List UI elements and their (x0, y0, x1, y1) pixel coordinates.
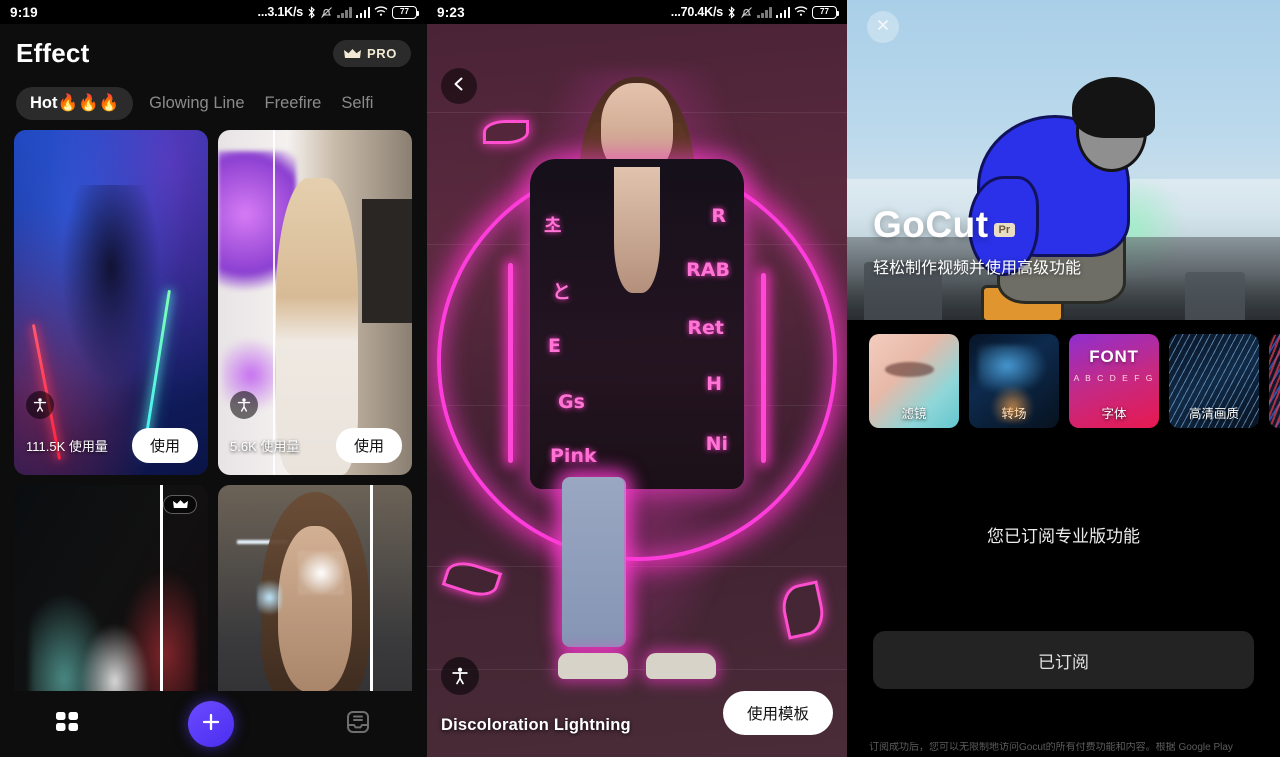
plus-icon (200, 711, 222, 738)
battery-icon: 77 (392, 5, 419, 19)
nav-templates-button[interactable] (54, 709, 80, 740)
feature-thumbnail-row[interactable]: 滤镜 转场 FONT A B C D E F G 字体 高清画质 访问所 (847, 320, 1280, 442)
feature-thumb-transition[interactable]: 转场 (969, 334, 1059, 428)
category-tabs: Hot🔥🔥🔥 Glowing Line Freefire Selfi (0, 75, 427, 130)
neon-leaf-bottom-left-icon (441, 556, 503, 602)
bottom-navigation (0, 691, 427, 757)
effect-preview-video[interactable]: 초 と E Gs Pink R RAB Ret H Ni Discolorati… (427, 24, 847, 757)
panel-effect-list: 9:19 ...3.1K/s 77 Effect PRO Hot🔥🔥🔥 Glow… (0, 0, 427, 757)
wifi-icon (794, 5, 808, 20)
effect-card[interactable]: 111.5K 使用量 使用 (14, 130, 208, 475)
status-time: 9:19 (10, 4, 38, 20)
use-button[interactable]: 使用 (131, 428, 198, 463)
panel-subscription: GoCut Pr 轻松制作视频并使用高级功能 滤镜 转场 FONT A B C … (847, 0, 1280, 757)
subscription-footer-text: 订阅成功后，您可以无限制地访问Gocut的所有付费功能和内容。根据 Google… (869, 741, 1233, 753)
pro-button[interactable]: PRO (333, 40, 411, 67)
accessibility-icon (441, 657, 479, 695)
pro-crown-badge (163, 495, 197, 514)
feature-thumb-font[interactable]: FONT A B C D E F G 字体 (1069, 334, 1159, 428)
battery-icon: 77 (812, 5, 839, 19)
feature-label: 字体 (1101, 407, 1127, 421)
pro-button-label: PRO (367, 46, 397, 61)
tab-glowing-line[interactable]: Glowing Line (145, 87, 248, 120)
status-network-speed: ...3.1K/s (257, 5, 304, 19)
neon-leaf-bottom-right-icon (778, 580, 828, 640)
effect-card[interactable]: 5.6K 使用量 使用 (218, 130, 412, 475)
use-template-button[interactable]: 使用模板 (722, 691, 833, 735)
feature-label: 转场 (1001, 407, 1027, 421)
panel-effect-preview: 9:23 ...70.4K/s 77 초 と E Gs Pink R RAB R… (427, 0, 847, 757)
crown-icon (344, 48, 362, 60)
preview-subject: 초 と E Gs Pink R RAB Ret H Ni (502, 70, 772, 725)
use-button[interactable]: 使用 (335, 428, 402, 463)
nav-drafts-button[interactable] (343, 707, 373, 742)
brand-logo: GoCut Pr (873, 204, 1016, 246)
usage-count: 111.5K 使用量 (26, 439, 108, 454)
status-bar-mid: 9:23 ...70.4K/s 77 (427, 0, 847, 24)
battery-level: 77 (820, 7, 829, 16)
tab-freefire[interactable]: Freefire (261, 87, 326, 120)
brand-name: GoCut (873, 204, 989, 245)
status-time: 9:23 (437, 4, 465, 20)
signal-bars-2-icon (775, 6, 790, 18)
card-thumbnail (218, 130, 412, 475)
signal-bars-1-icon (757, 6, 772, 18)
signal-bars-2-icon (355, 6, 370, 18)
effect-header: Effect PRO (0, 24, 427, 75)
accessibility-icon (26, 391, 54, 419)
card-thumbnail (14, 130, 208, 475)
effect-grid: 111.5K 使用量 使用 5.6K 使用量 使用 (0, 130, 427, 757)
status-network-speed: ...70.4K/s (670, 5, 723, 19)
bluetooth-icon (727, 5, 736, 19)
tab-hot[interactable]: Hot🔥🔥🔥 (16, 87, 134, 120)
battery-level: 77 (400, 7, 409, 16)
accessibility-icon (230, 391, 258, 419)
tab-selfie[interactable]: Selfi (337, 87, 377, 120)
font-overlay-subtitle: A B C D E F G (1073, 373, 1155, 384)
bell-mute-icon (320, 6, 333, 19)
pro-badge: Pr (993, 223, 1016, 237)
inbox-icon (343, 707, 373, 742)
effect-title: Discoloration Lightning (441, 716, 631, 734)
wifi-icon (374, 5, 388, 20)
hero-tagline: 轻松制作视频并使用高级功能 (873, 260, 1082, 277)
feature-thumb-hd[interactable]: 高清画质 (1169, 334, 1259, 428)
close-icon (875, 17, 891, 38)
chevron-left-icon (451, 76, 467, 97)
grid-icon (54, 709, 80, 740)
font-overlay-title: FONT (1089, 347, 1139, 367)
feature-thumb-filter[interactable]: 滤镜 (869, 334, 959, 428)
back-button[interactable] (441, 68, 477, 104)
feature-label: 访问所 (1269, 403, 1280, 422)
three-panel-screenshot: 9:19 ...3.1K/s 77 Effect PRO Hot🔥🔥🔥 Glow… (0, 0, 1280, 757)
signal-bars-1-icon (337, 6, 352, 18)
subscription-heading: 您已订阅专业版功能 (987, 527, 1140, 546)
nav-create-button[interactable] (188, 701, 235, 747)
bell-mute-icon (740, 6, 753, 19)
hero-illustration (968, 76, 1176, 320)
close-button[interactable] (867, 11, 899, 43)
bluetooth-icon (307, 5, 316, 19)
feature-thumb-access-all[interactable]: 访问所 (1269, 334, 1280, 428)
usage-count: 5.6K 使用量 (230, 439, 300, 454)
feature-label: 高清画质 (1188, 407, 1239, 421)
feature-label: 滤镜 (901, 407, 927, 421)
page-title: Effect (16, 38, 90, 68)
subscription-hero-banner: GoCut Pr 轻松制作视频并使用高级功能 (847, 0, 1280, 320)
status-bar-left: 9:19 ...3.1K/s 77 (0, 0, 427, 24)
subscribed-button[interactable]: 已订阅 (873, 631, 1254, 689)
